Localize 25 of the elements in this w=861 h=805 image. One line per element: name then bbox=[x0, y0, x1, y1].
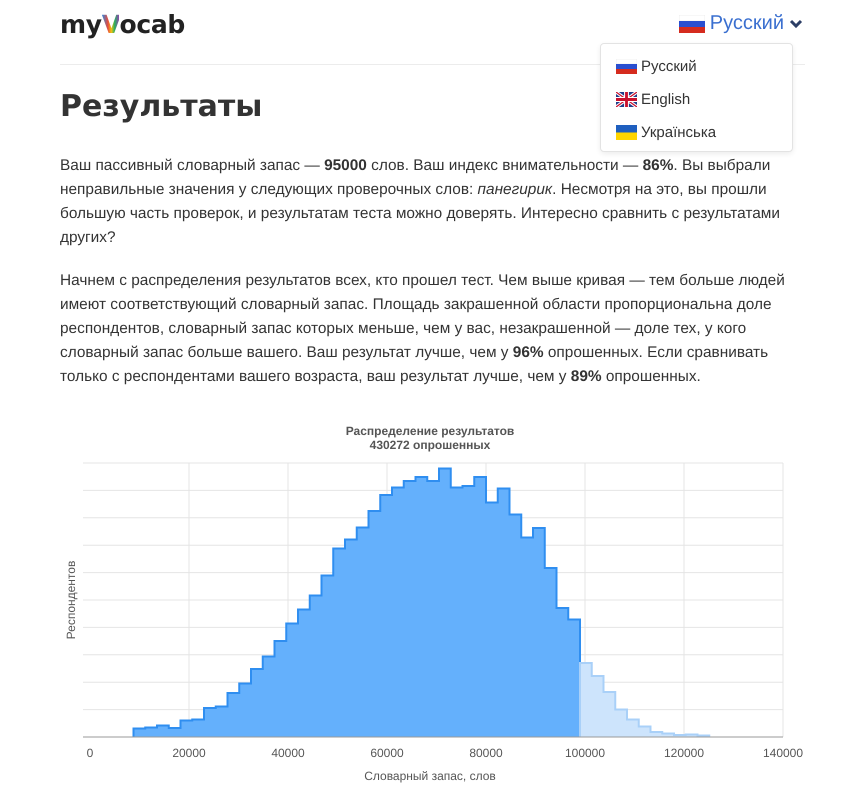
tick-label: 20000 bbox=[172, 746, 206, 760]
chart-subtitle: 430272 опрошенных bbox=[370, 438, 490, 452]
page-title: Результаты bbox=[60, 89, 262, 125]
flag-icon bbox=[616, 59, 637, 74]
paragraph: Ваш пассивный словарный запас — 95000 слов. Ваш индекс внимательности — 86%. Вы выбрали неправильные значения у следующих проверочных слов: панегирик. Несмотря на это, вы прошли большую часть проверок, и результатам теста можно доверять. Интересно сравнить с результатами других? bbox=[60, 156, 781, 248]
chevron-down-icon bbox=[789, 18, 803, 28]
tick-label: 80000 bbox=[469, 746, 503, 760]
flag-icon bbox=[616, 125, 637, 140]
tick-label: 120000 bbox=[664, 746, 704, 760]
flag-icon bbox=[616, 92, 637, 107]
tick-label: 100000 bbox=[564, 746, 606, 760]
language-option[interactable]: Українська bbox=[601, 116, 792, 149]
language-dropdown[interactable]: Русский bbox=[678, 12, 803, 35]
language-option[interactable]: Русский bbox=[601, 50, 792, 83]
chart-title: Распределение результатов bbox=[346, 424, 514, 438]
tick-label: 40000 bbox=[271, 746, 305, 760]
flag-icon bbox=[678, 14, 705, 32]
axis-label: Словарный запас, слов bbox=[364, 769, 496, 783]
tick-label: 140000 bbox=[762, 746, 804, 760]
tick-label: 0 bbox=[86, 746, 94, 760]
axis-label: Респондентов bbox=[64, 560, 78, 640]
paragraph: Начнем с распределения результатов всех, кто прошел тест. Чем выше кривая — тем больше людей имеют соответствующий словарный запас. Площадь закрашенной области пропорциональна доле респондентов, словарный запас которых меньше, чем у вас, незакрашенной — доле тех, у кого словарный запас больше вашего. Ваш результат лучше, чем у 96% опрошенных. Если сравнивать только с респондентами вашего возраста, ваш результат лучше, чем у 89% опрошенных. bbox=[60, 271, 786, 387]
tick-label: 60000 bbox=[370, 746, 404, 760]
language-option[interactable]: English bbox=[601, 83, 792, 116]
logo[interactable]: myVocab bbox=[60, 10, 185, 39]
